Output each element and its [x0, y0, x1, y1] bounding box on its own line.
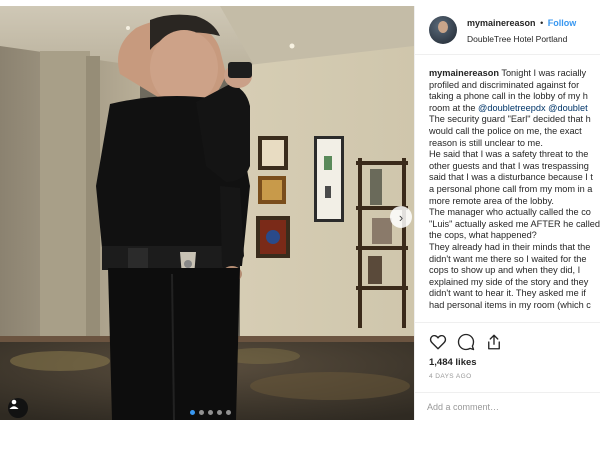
mention-link[interactable]: @doubletreepdx [478, 103, 546, 113]
post-photo[interactable]: › [0, 6, 414, 420]
follow-button[interactable]: Follow [548, 18, 577, 28]
caption-text: the cops, what happened? [429, 230, 537, 241]
heart-icon[interactable] [429, 333, 447, 351]
caption-text: explained my side of the story and they [429, 276, 589, 287]
carousel-next-button[interactable]: › [390, 206, 412, 228]
likes-count[interactable]: 1,484 likes [429, 357, 477, 368]
header-separator: • [540, 18, 544, 28]
post-actions: 1,484 likes 4 DAYS AGO [415, 322, 600, 393]
caption-text: profiled and discriminated against for [429, 79, 580, 90]
carousel-indicator [190, 410, 231, 415]
post-timestamp: 4 DAYS AGO [429, 373, 472, 380]
caption-text: other guests and that I was trespassing [429, 160, 589, 171]
avatar[interactable] [429, 16, 457, 44]
comment-box [415, 392, 600, 420]
chevron-right-icon: › [398, 209, 404, 225]
caption-text: cops to show up and when they did, I [429, 265, 581, 276]
caption-text: He said that I was a safety threat to th… [429, 149, 589, 160]
caption-text: They already had in their minds that the [429, 241, 591, 252]
post-sidebar: mymainereason • Follow DoubleTree Hotel … [414, 6, 600, 420]
photo-scene [0, 6, 414, 420]
caption-username[interactable]: mymainereason [429, 68, 499, 78]
caption-text: a personal phone call from my mom in a [429, 183, 593, 194]
caption-text: room at the [429, 102, 479, 113]
comment-icon[interactable] [457, 333, 475, 351]
carousel-dot [199, 410, 204, 415]
caption-text: The manager who actually called the co [429, 207, 591, 218]
caption-text: didn't want to hear it. They asked me if [429, 288, 586, 299]
header-username[interactable]: mymainereason [467, 18, 536, 28]
caption-text: more remote area of the lobby. [429, 195, 554, 206]
caption-text: "Luis" actually asked me AFTER he called [429, 218, 600, 229]
caption-text: would call the police on me, the exact [429, 125, 582, 136]
carousel-dot [208, 410, 213, 415]
mention-link[interactable]: @doublet [548, 103, 587, 113]
carousel-dot [190, 410, 195, 415]
comment-input[interactable] [427, 399, 592, 415]
caption-text: reason is still unclear to me. [429, 137, 543, 148]
caption-text: didn't want me there so I waited for the [429, 253, 587, 264]
caption-text: said that I was a disturbance because I … [429, 172, 593, 183]
user-tag-icon[interactable] [8, 398, 28, 418]
location-link[interactable]: DoubleTree Hotel Portland [467, 34, 567, 44]
post-header: mymainereason • Follow DoubleTree Hotel … [415, 6, 600, 55]
instagram-post: › mymainereason • Follow DoubleTree Hote [0, 0, 600, 420]
caption-text: had personal items in my room (which c [429, 299, 591, 310]
share-icon[interactable] [485, 333, 503, 351]
post-caption: mymainereason Tonight I was racially pro… [429, 68, 600, 311]
caption-text: Tonight I was racially [498, 68, 587, 78]
caption-text: taking a phone call in the lobby of my h [429, 91, 588, 102]
carousel-dot [226, 410, 231, 415]
caption-text: The security guard "Earl" decided that h [429, 114, 591, 125]
carousel-dot [217, 410, 222, 415]
